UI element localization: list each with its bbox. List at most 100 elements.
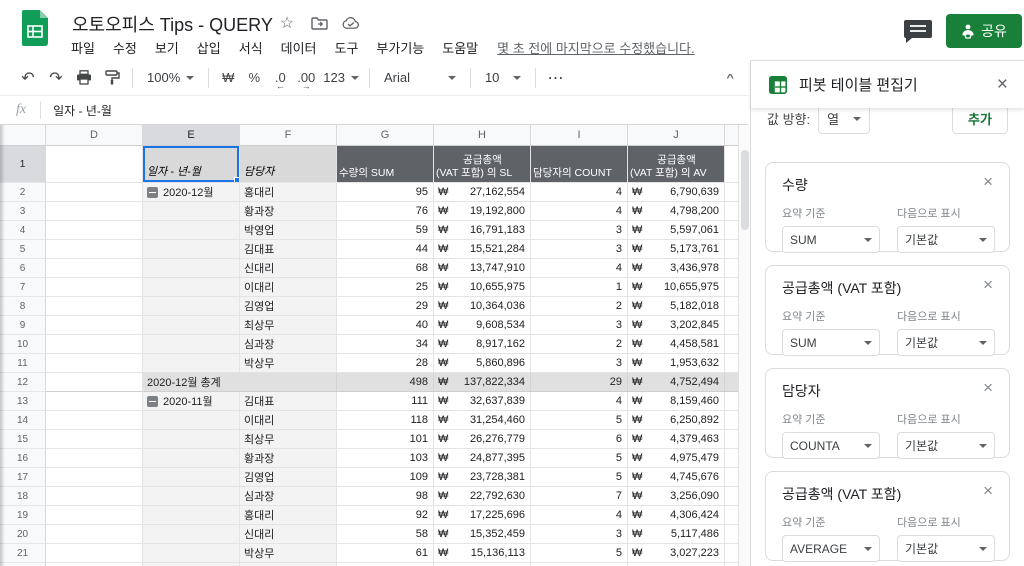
cell-qty[interactable]: 111 — [337, 392, 434, 411]
menu-item-0[interactable]: 파일 — [62, 38, 104, 57]
document-title[interactable]: 오토오피스 Tips - QUERY — [72, 11, 273, 37]
cell-d[interactable] — [46, 468, 143, 487]
row-number[interactable]: 19 — [0, 506, 46, 525]
cell-supply-avg[interactable]: ₩4,458,581 — [628, 335, 725, 354]
cell-count[interactable]: 4 — [531, 183, 628, 202]
cell-supply-avg[interactable]: ₩3,027,223 — [628, 544, 725, 563]
select-all-corner[interactable] — [0, 125, 46, 146]
cell-supply-sum[interactable]: ₩19,192,800 — [434, 202, 531, 221]
cell-count[interactable]: 2 — [531, 297, 628, 316]
cell-i1[interactable]: 담당자의 COUNT — [531, 146, 628, 183]
cell-group[interactable] — [143, 297, 240, 316]
cell-count[interactable]: 7 — [531, 487, 628, 506]
cell-d1[interactable] — [46, 146, 143, 183]
cell-name[interactable]: 김영업 — [240, 297, 337, 316]
cell-d[interactable] — [46, 506, 143, 525]
cell-supply-avg[interactable]: ₩10,655,975 — [628, 278, 725, 297]
sheets-logo-icon[interactable] — [22, 10, 48, 46]
cell-count[interactable]: 2 — [531, 335, 628, 354]
undo-icon[interactable]: ↶ — [14, 65, 42, 91]
close-icon[interactable]: × — [981, 482, 995, 499]
menu-item-1[interactable]: 수정 — [104, 38, 146, 57]
cell-supply-sum[interactable]: ₩137,822,334 — [434, 373, 531, 392]
cell-h1[interactable]: 공급총액 (VAT 포함) 의 SL — [434, 146, 531, 183]
cell-count[interactable]: 5 — [531, 544, 628, 563]
col-header-E[interactable]: E — [143, 125, 240, 146]
cell-qty[interactable]: 29 — [337, 297, 434, 316]
cell-name[interactable]: 박영업 — [240, 221, 337, 240]
values-direction-select[interactable]: 열 — [818, 108, 871, 134]
more-toolbar-icon[interactable]: ⋯ — [542, 65, 570, 91]
cell-supply-avg[interactable]: ₩4,306,424 — [628, 506, 725, 525]
summarize-function-select[interactable]: SUM — [782, 226, 880, 253]
cell-supply-sum[interactable]: ₩31,254,460 — [434, 411, 531, 430]
row-number[interactable]: 8 — [0, 297, 46, 316]
row-number[interactable]: 4 — [0, 221, 46, 240]
cell-d[interactable] — [46, 297, 143, 316]
row-number[interactable]: 12 — [0, 373, 46, 392]
cell-supply-avg[interactable]: ₩5,117,486 — [628, 525, 725, 544]
cell-count[interactable]: 6 — [531, 430, 628, 449]
cell-total-label[interactable]: 2020-12월 총계 — [143, 373, 337, 392]
row-number[interactable]: 21 — [0, 544, 46, 563]
cell-qty[interactable]: 98 — [337, 487, 434, 506]
cell-supply-sum[interactable]: ₩23,728,381 — [434, 468, 531, 487]
cell-name[interactable]: 홍대리 — [240, 506, 337, 525]
cell-group[interactable] — [143, 316, 240, 335]
cell-d[interactable] — [46, 335, 143, 354]
cell-f1[interactable]: 담당자 — [240, 146, 337, 183]
font-size-select[interactable]: 10 — [477, 65, 529, 91]
cell-count[interactable]: 3 — [531, 240, 628, 259]
menu-item-4[interactable]: 서식 — [230, 38, 272, 57]
cell-name[interactable]: 김영업 — [240, 468, 337, 487]
menu-item-3[interactable]: 삽입 — [188, 38, 230, 57]
cell-supply-avg[interactable]: ₩4,798,200 — [628, 202, 725, 221]
cell-name[interactable]: 최상무 — [240, 430, 337, 449]
collapse-group-icon[interactable] — [147, 395, 158, 407]
cell-count[interactable]: 5 — [531, 468, 628, 487]
cell-supply-avg[interactable]: ₩6,790,639 — [628, 183, 725, 202]
row-number[interactable]: 13 — [0, 392, 46, 411]
move-to-folder-icon[interactable] — [310, 14, 328, 32]
cell-qty[interactable]: 34 — [337, 335, 434, 354]
cell-group[interactable] — [143, 259, 240, 278]
cell-qty[interactable]: 76 — [337, 202, 434, 221]
cell-qty[interactable]: 498 — [337, 373, 434, 392]
cell-qty[interactable]: 118 — [337, 411, 434, 430]
cell-group[interactable] — [143, 278, 240, 297]
cell-qty[interactable]: 103 — [337, 449, 434, 468]
cell-supply-avg[interactable]: ₩6,250,892 — [628, 411, 725, 430]
cell-qty[interactable]: 25 — [337, 278, 434, 297]
cell-group[interactable] — [143, 525, 240, 544]
cell-qty[interactable]: 101 — [337, 430, 434, 449]
row-number[interactable]: 14 — [0, 411, 46, 430]
cell-d[interactable] — [46, 278, 143, 297]
cell-supply-avg[interactable]: ₩5,173,761 — [628, 240, 725, 259]
cell-qty[interactable]: 58 — [337, 525, 434, 544]
cell-qty[interactable]: 61 — [337, 544, 434, 563]
cell-supply-sum[interactable]: ₩22,792,630 — [434, 487, 531, 506]
cell-name[interactable]: 신대리 — [240, 259, 337, 278]
cell-supply-sum[interactable]: ₩32,637,839 — [434, 392, 531, 411]
row-number[interactable]: 15 — [0, 430, 46, 449]
cell-supply-avg[interactable]: ₩5,182,018 — [628, 297, 725, 316]
cell-name[interactable]: 박상무 — [240, 544, 337, 563]
cell-d[interactable] — [46, 316, 143, 335]
cell-d[interactable] — [46, 411, 143, 430]
cell-name[interactable]: 최상무 — [240, 316, 337, 335]
cell-group[interactable] — [143, 240, 240, 259]
cell-d[interactable] — [46, 430, 143, 449]
cell-group[interactable] — [143, 506, 240, 525]
cell-supply-sum[interactable]: ₩15,352,459 — [434, 525, 531, 544]
row-number[interactable]: 11 — [0, 354, 46, 373]
scrollbar-thumb[interactable] — [741, 150, 749, 230]
cell-supply-sum[interactable]: ₩15,136,113 — [434, 544, 531, 563]
cell-group[interactable] — [143, 221, 240, 240]
close-icon[interactable]: × — [981, 379, 995, 396]
row-number[interactable]: 9 — [0, 316, 46, 335]
cell-supply-avg[interactable]: ₩1,953,632 — [628, 354, 725, 373]
cell-count[interactable]: 3 — [531, 354, 628, 373]
cell-qty[interactable]: 95 — [337, 183, 434, 202]
cell-supply-sum[interactable]: ₩27,162,554 — [434, 183, 531, 202]
cell-d[interactable] — [46, 373, 143, 392]
